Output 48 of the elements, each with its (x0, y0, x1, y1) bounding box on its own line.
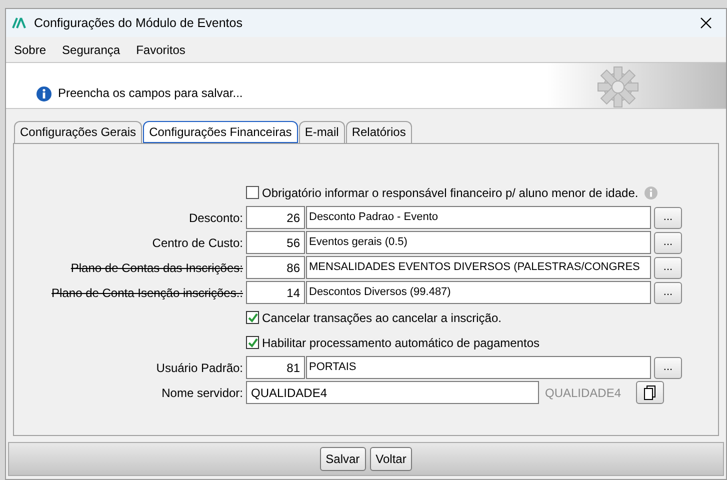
copy-button[interactable] (636, 381, 664, 404)
info-icon (36, 86, 52, 102)
checkbox-label: Cancelar transações ao cancelar a inscrição. (262, 310, 502, 326)
tab[interactable]: E-mail (298, 121, 345, 143)
description-field[interactable]: Eventos gerais (0.5) (306, 231, 651, 254)
dialog-button[interactable]: Voltar (370, 447, 412, 471)
menu-item[interactable]: Sobre (14, 40, 46, 58)
field-label: Centro de Custo: (151, 234, 244, 252)
field-label: Usuário Padrão: (155, 360, 244, 376)
field-label: Plano de Conta Isenção inscrições.: (50, 284, 244, 302)
checkbox[interactable] (246, 186, 259, 199)
menu-item[interactable]: Segurança (62, 40, 120, 58)
info-icon (644, 186, 658, 200)
checkbox[interactable] (246, 311, 259, 324)
checkbox-label: Habilitar processamento automático de pagamentos (262, 334, 540, 352)
field-label: Plano de Contas das Inscrições: (70, 260, 244, 276)
app-logo-icon (12, 16, 26, 30)
tab[interactable]: Relatórios (346, 121, 412, 143)
server-hint: QUALIDADE4 (545, 384, 622, 402)
lookup-button[interactable]: ... (654, 232, 682, 254)
check-icon (247, 337, 258, 348)
check-icon (247, 312, 258, 323)
description-field[interactable]: MENSALIDADES EVENTOS DIVERSOS (PALESTRAS/CONGRES (306, 256, 651, 279)
info-message: Preencha os campos para salvar... (58, 85, 243, 102)
checkbox[interactable] (246, 336, 259, 349)
field-label: Nome servidor: (160, 384, 244, 402)
tab[interactable]: Configurações Gerais (14, 121, 142, 143)
lookup-button[interactable]: ... (654, 282, 682, 304)
description-field[interactable]: PORTAIS (306, 356, 651, 379)
description-field[interactable]: Desconto Padrao - Evento (306, 206, 651, 229)
code-field[interactable]: 81 (246, 356, 305, 379)
menu-item[interactable]: Favoritos (136, 40, 186, 58)
checkbox-label: Obrigatório informar o responsável financeiro p/ aluno menor de idade. (262, 184, 638, 202)
code-field[interactable]: 56 (246, 231, 305, 254)
server-field[interactable]: QUALIDADE4 (246, 381, 539, 404)
copy-icon (643, 384, 657, 400)
lookup-button[interactable]: ... (654, 356, 682, 378)
tab[interactable]: Configurações Financeiras (143, 121, 298, 143)
description-field[interactable]: Descontos Diversos (99.487) (306, 281, 651, 304)
lookup-button[interactable]: ... (654, 206, 682, 228)
window-title: Configurações do Módulo de Eventos (34, 14, 242, 32)
field-label: Desconto: (188, 210, 244, 226)
close-icon[interactable] (700, 17, 712, 29)
code-field[interactable]: 86 (246, 256, 305, 279)
lookup-button[interactable]: ... (654, 256, 682, 278)
code-field[interactable]: 14 (246, 281, 305, 304)
code-field[interactable]: 26 (246, 206, 305, 229)
dialog-button[interactable]: Salvar (320, 447, 366, 471)
